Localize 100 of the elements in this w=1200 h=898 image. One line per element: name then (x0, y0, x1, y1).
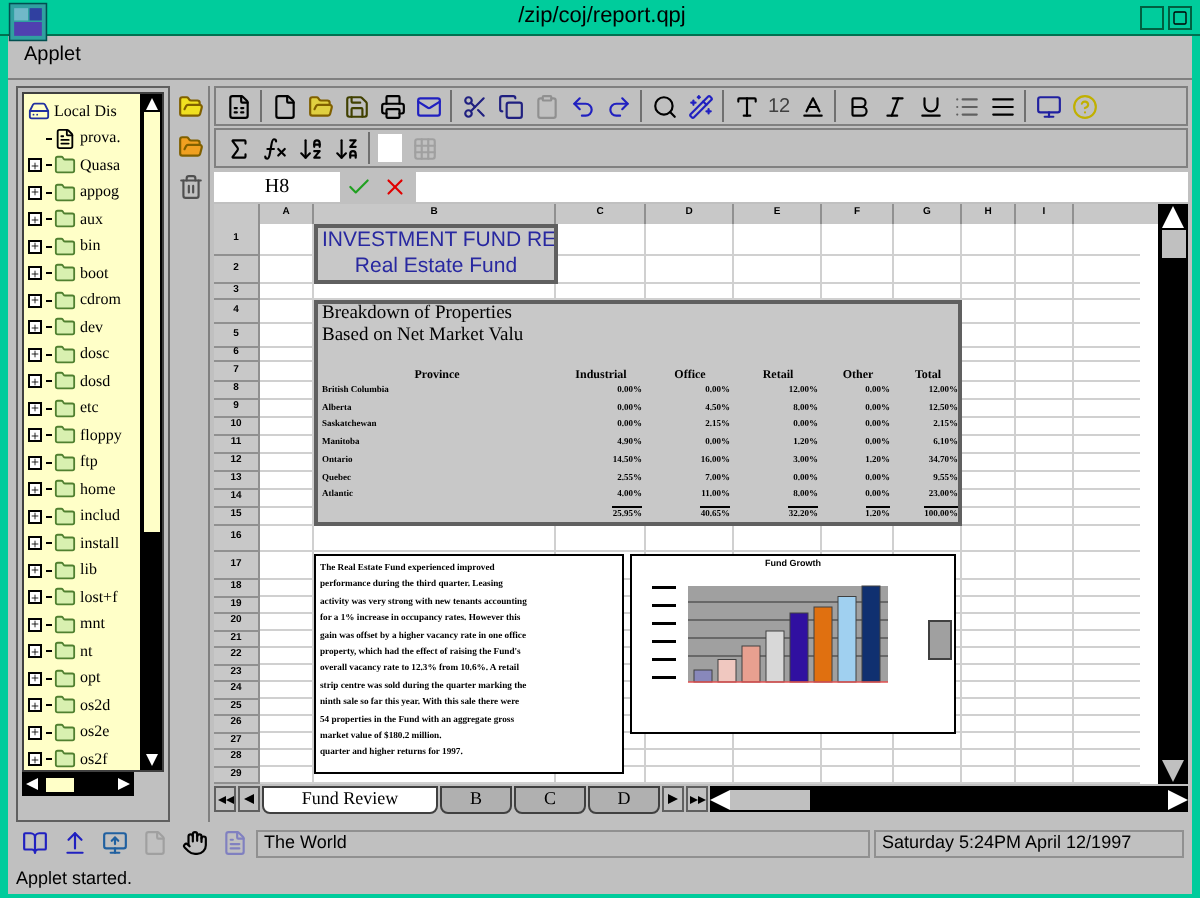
expand-toggle[interactable] (28, 266, 42, 281)
folder-icon (54, 532, 76, 555)
previous-sheet-button[interactable] (238, 786, 260, 812)
expand-toggle[interactable] (28, 185, 42, 200)
folder-icon (54, 586, 76, 609)
expand-toggle[interactable] (28, 158, 42, 173)
menu-item[interactable]: Applet (20, 40, 85, 74)
maximize-button[interactable] (1168, 5, 1192, 29)
app-icon[interactable] (6, 2, 50, 42)
folder-icon (54, 667, 76, 690)
tree-item-label[interactable]: Local Dis (54, 103, 117, 120)
expand-toggle[interactable] (28, 698, 42, 713)
folder-icon (54, 154, 76, 177)
previous-icon[interactable] (244, 794, 254, 804)
expand-toggle[interactable] (28, 536, 42, 551)
folder-icon (54, 208, 76, 231)
formula-input[interactable] (416, 171, 1188, 201)
table-heading: Breakdown of Properties (320, 304, 514, 326)
expand-toggle[interactable] (28, 671, 42, 686)
cell-reference-field[interactable]: H8 (214, 171, 340, 201)
expand-toggle[interactable] (28, 320, 42, 335)
tree-item-label[interactable]: home (80, 481, 116, 498)
folder-icon (54, 451, 76, 474)
expand-toggle[interactable] (28, 455, 42, 470)
font-size-button[interactable]: 12 (764, 89, 795, 123)
tree-item-label[interactable]: dosd (80, 373, 111, 390)
expand-toggle[interactable] (28, 590, 42, 605)
next-icon[interactable] (668, 794, 678, 804)
tree-item-label[interactable]: Quasa (80, 157, 120, 174)
scroll-thumb[interactable] (46, 777, 74, 791)
tree-item-label[interactable]: etc (80, 400, 99, 417)
tree-item-label[interactable]: lib (80, 562, 97, 579)
expand-toggle[interactable] (28, 644, 42, 659)
tree-item-label[interactable]: opt (80, 670, 101, 687)
tree-item-label[interactable]: install (80, 535, 120, 552)
folder-icon (54, 748, 76, 770)
folder-icon (54, 262, 76, 285)
tree-item-label[interactable]: aux (80, 211, 104, 228)
folder-icon (54, 478, 76, 501)
fill-color-button[interactable] (378, 134, 402, 162)
folder-icon (54, 640, 76, 663)
tree-item-label[interactable]: includ (80, 508, 120, 525)
next-sheet-button[interactable] (662, 786, 684, 812)
tree-item-label[interactable]: nt (80, 643, 93, 660)
tree-item-label[interactable]: os2d (80, 697, 111, 714)
sheet-tab[interactable]: C (514, 785, 586, 813)
scroll-thumb[interactable] (730, 789, 810, 809)
report-subtitle: Real Estate Fund (354, 254, 518, 280)
scroll-right-icon[interactable] (118, 778, 130, 790)
table-heading: Based on Net Market Valu (320, 326, 526, 348)
sheet-tab[interactable]: Fund Review (262, 785, 438, 813)
expand-toggle[interactable] (28, 401, 42, 416)
folder-icon (54, 559, 76, 582)
folder-icon (54, 235, 76, 258)
scroll-down-icon[interactable] (145, 754, 157, 766)
expand-toggle[interactable] (28, 617, 42, 632)
first-sheet-button[interactable] (214, 786, 236, 812)
tree-item-label[interactable]: cdrom (80, 292, 121, 309)
window-title: /zip/coj/report.qpj (516, 2, 688, 33)
folder-icon (54, 370, 76, 393)
scroll-thumb[interactable] (1161, 230, 1185, 258)
tree-item-label[interactable]: dev (80, 319, 104, 336)
horizontal-scrollbar[interactable] (22, 772, 134, 796)
sheet-tab[interactable]: D (588, 785, 660, 813)
expand-toggle[interactable] (28, 509, 42, 524)
tree-item-label[interactable]: appog (80, 184, 120, 201)
scroll-right-icon[interactable] (1168, 789, 1188, 809)
tree-item-label[interactable]: bin (80, 238, 101, 255)
expand-toggle[interactable] (28, 293, 42, 308)
tree-item-label[interactable]: lost+f (80, 589, 118, 606)
tree-item-label[interactable]: floppy (80, 427, 122, 444)
expand-toggle[interactable] (28, 347, 42, 362)
tree-item-label[interactable]: prova. (80, 130, 121, 147)
expand-toggle[interactable] (28, 239, 42, 254)
scroll-left-icon[interactable] (26, 778, 38, 790)
status-message: Applet started. (14, 866, 135, 892)
tree-item-label[interactable]: mnt (80, 616, 105, 633)
folder-icon (54, 424, 76, 447)
drive-icon (28, 100, 50, 123)
horizontal-scrollbar[interactable] (710, 786, 1188, 812)
tree-item-label[interactable]: boot (80, 265, 109, 282)
tree-item-label[interactable]: os2e (80, 724, 110, 741)
expand-toggle[interactable] (28, 374, 42, 389)
last-sheet-button[interactable] (686, 786, 708, 812)
expand-toggle[interactable] (28, 212, 42, 227)
file-icon (54, 127, 76, 150)
expand-toggle[interactable] (28, 752, 42, 767)
expand-toggle[interactable] (28, 725, 42, 740)
tree-item-label[interactable]: ftp (80, 454, 98, 471)
expand-toggle[interactable] (28, 482, 42, 497)
scroll-up-icon[interactable] (1162, 206, 1184, 228)
vertical-scrollbar[interactable] (1158, 204, 1188, 784)
vertical-scrollbar[interactable] (140, 94, 162, 770)
expand-toggle[interactable] (28, 563, 42, 578)
sheet-tab[interactable]: B (440, 785, 512, 813)
tree-item-label[interactable]: dosc (80, 346, 110, 363)
expand-toggle[interactable] (28, 428, 42, 443)
scroll-left-icon[interactable] (710, 789, 730, 809)
minimize-button[interactable] (1140, 5, 1164, 29)
tree-item-label[interactable]: os2f (80, 751, 108, 768)
